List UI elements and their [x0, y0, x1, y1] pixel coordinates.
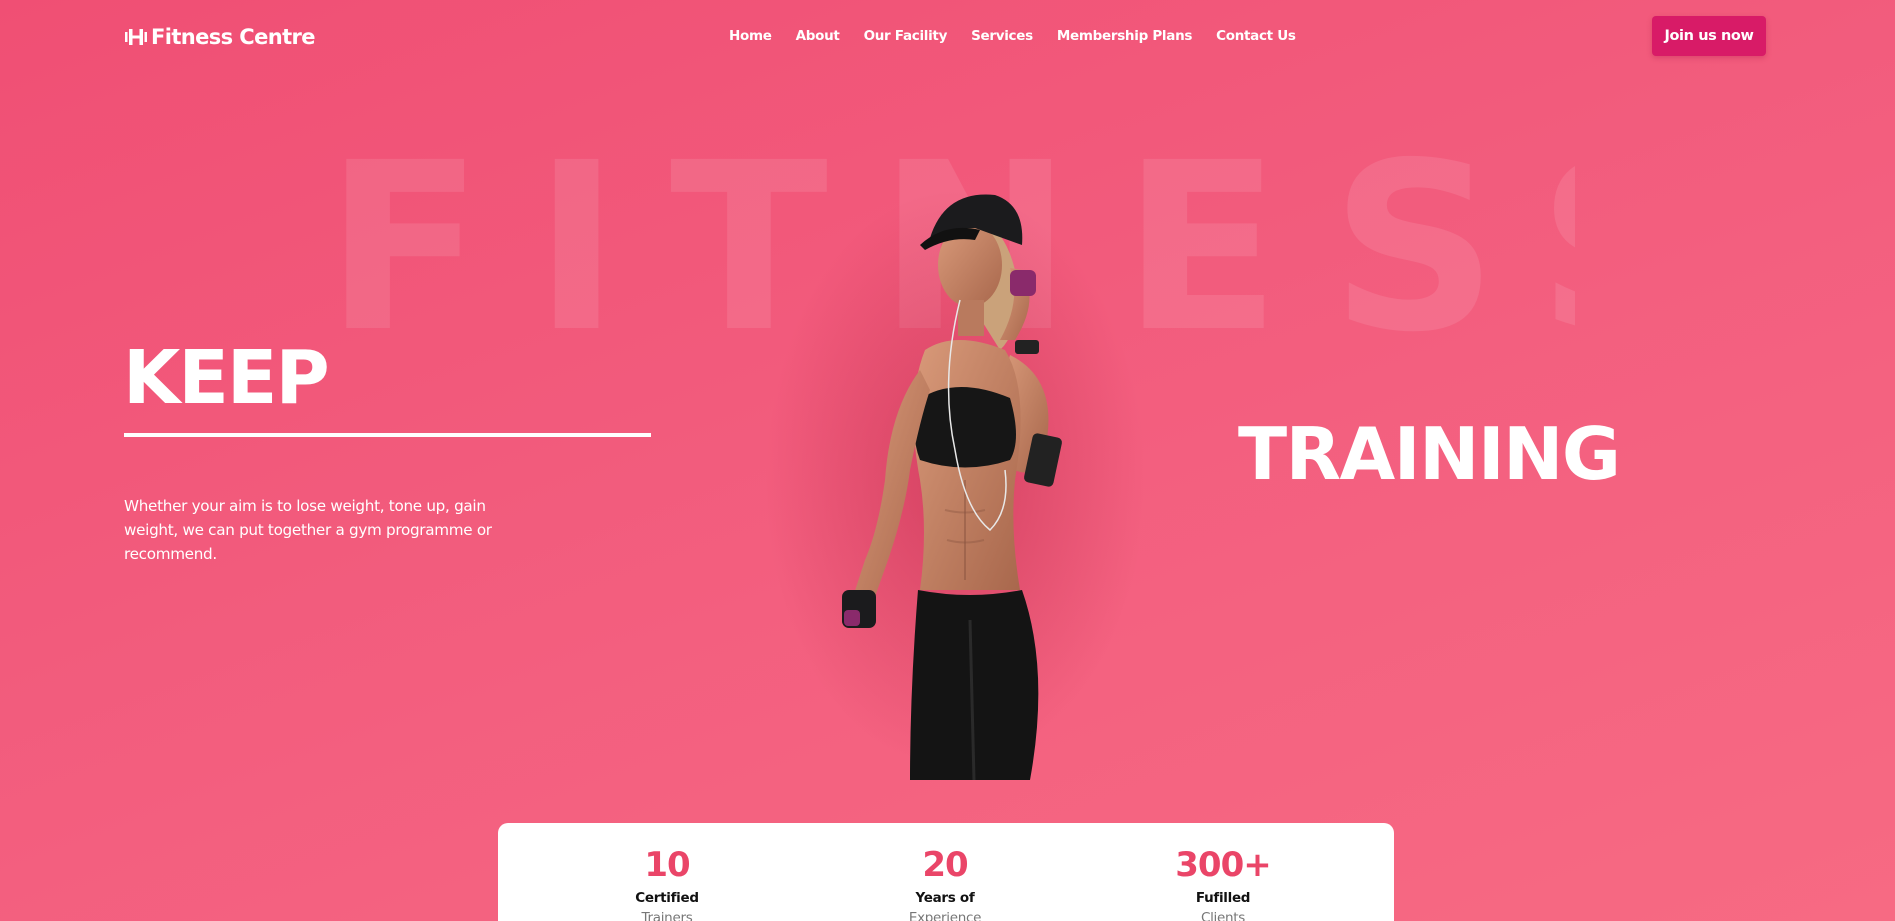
hero-title-training: TRAINING [1238, 412, 1621, 496]
stat-sublabel: Trainers [641, 910, 693, 921]
stat-value: 20 [922, 845, 968, 885]
hero-athlete-image [765, 190, 1145, 780]
main-nav: Home About Our Facility Services Members… [729, 26, 1296, 46]
stat-label: Years of [915, 890, 975, 906]
stats-card: 10 Certified Trainers 20 Years of Experi… [498, 823, 1394, 921]
stat-trainers: 10 Certified Trainers [567, 845, 767, 921]
nav-services[interactable]: Services [971, 26, 1033, 46]
stat-label: Certified [635, 890, 699, 906]
stat-value: 300+ [1175, 845, 1271, 885]
hero-title-underline [124, 433, 651, 437]
stat-clients: 300+ Fufilled Clients [1123, 845, 1323, 921]
hero-title-keep: KEEP [123, 335, 330, 421]
logo-link[interactable]: Fitness Centre [124, 22, 316, 52]
stat-sublabel: Clients [1200, 910, 1246, 921]
nav-contact-us[interactable]: Contact Us [1216, 26, 1296, 46]
stat-sublabel: Experience [908, 910, 982, 921]
dumbbell-icon [124, 26, 148, 48]
nav-about[interactable]: About [796, 26, 840, 46]
stat-label: Fufilled [1195, 890, 1251, 906]
nav-our-facility[interactable]: Our Facility [864, 26, 948, 46]
nav-membership-plans[interactable]: Membership Plans [1057, 26, 1193, 46]
site-header: Fitness Centre Home About Our Facility S… [0, 0, 1895, 72]
join-us-button[interactable]: Join us now [1652, 16, 1766, 56]
stat-experience: 20 Years of Experience [845, 845, 1045, 921]
hero-description: Whether your aim is to lose weight, tone… [124, 497, 492, 563]
logo-text: Fitness Centre [151, 25, 316, 49]
stat-value: 10 [644, 845, 690, 885]
nav-home[interactable]: Home [729, 26, 772, 46]
